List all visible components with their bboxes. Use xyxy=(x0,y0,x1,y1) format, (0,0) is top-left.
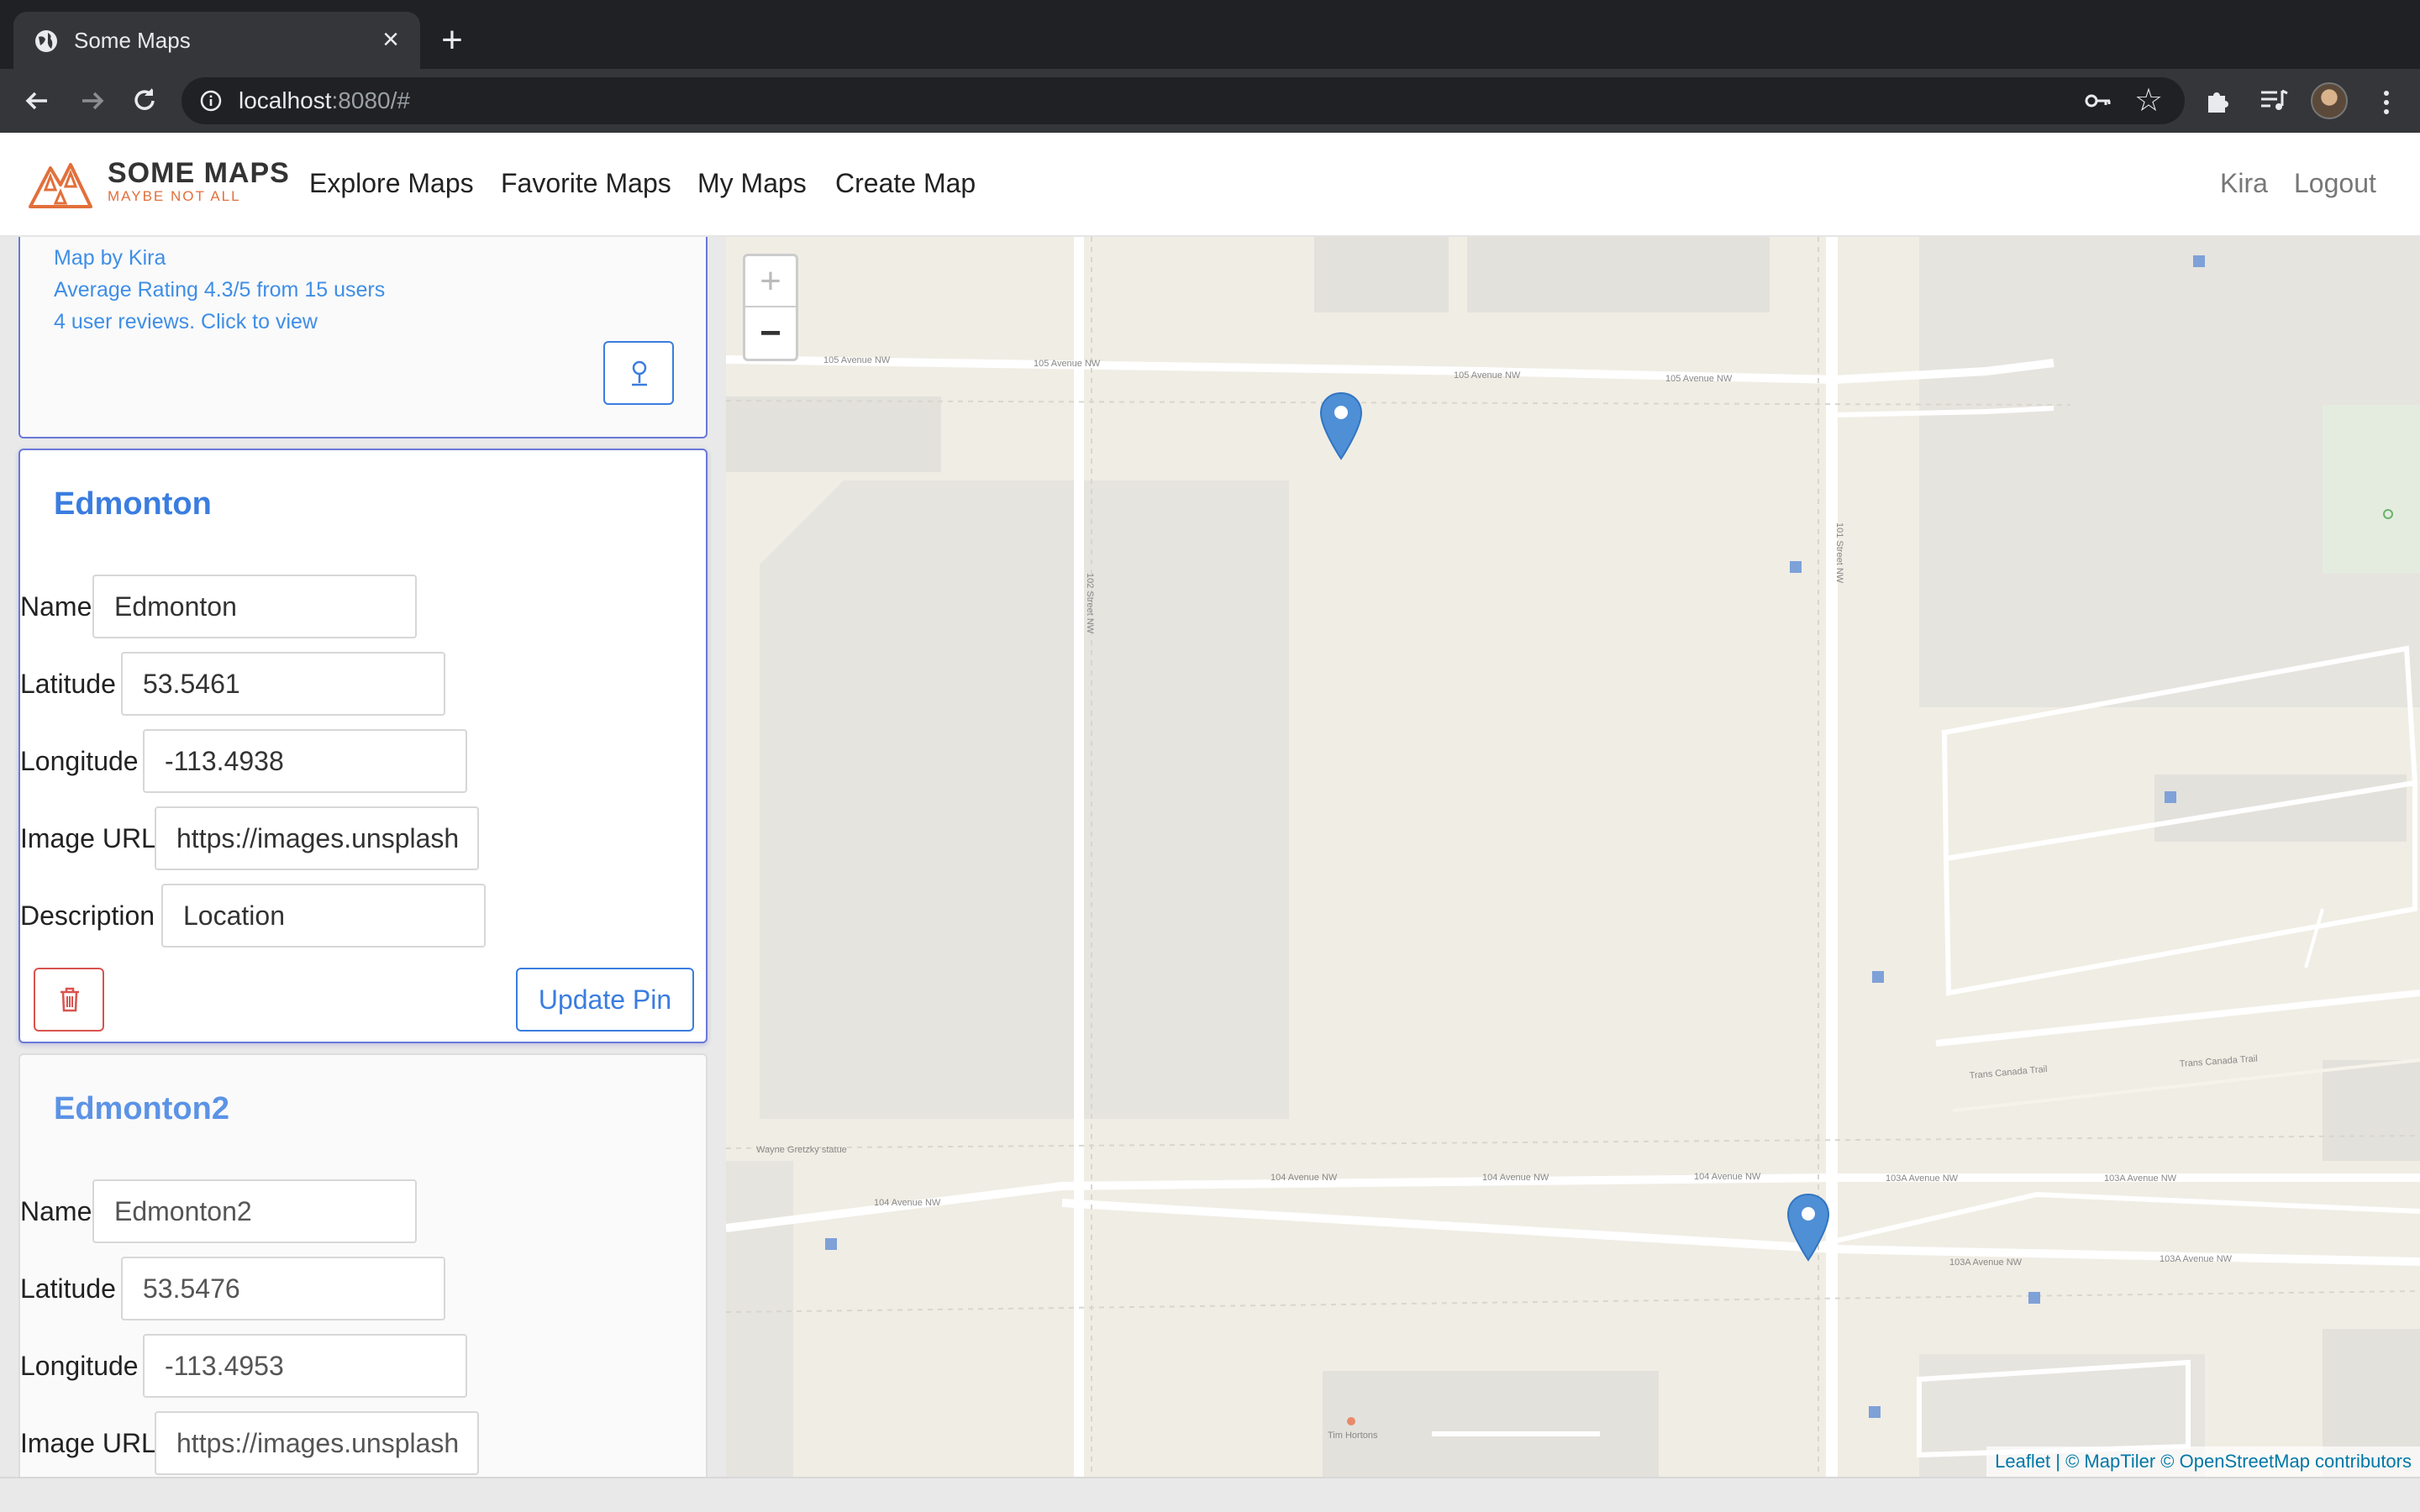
nav-logout[interactable]: Logout xyxy=(2294,166,2376,200)
site-navbar: SOME MAPS MAYBE NOT ALL Explore Maps Fav… xyxy=(0,133,2420,237)
reload-icon[interactable] xyxy=(128,84,161,118)
zoom-out-button[interactable]: − xyxy=(745,308,796,360)
brand-name: SOME MAPS xyxy=(108,157,290,189)
pin-list-panel[interactable]: Map by Kira Average Rating 4.3/5 from 15… xyxy=(0,237,726,1477)
poi-label: Wayne Gretzky statue xyxy=(756,1145,847,1155)
street-label: 104 Avenue NW xyxy=(1482,1173,1549,1183)
url-text: localhost:8080/# xyxy=(239,87,410,114)
delete-pin-button[interactable] xyxy=(34,968,104,1032)
map-info-card: Map by Kira Average Rating 4.3/5 from 15… xyxy=(18,237,708,438)
profile-avatar[interactable] xyxy=(2311,82,2348,119)
street-label: 105 Avenue NW xyxy=(1034,359,1101,369)
nav-my-maps[interactable]: My Maps xyxy=(697,166,807,200)
map-tiles: 105 Avenue NW 105 Avenue NW 105 Avenue N… xyxy=(726,237,2420,1477)
image-url-label: Image URL xyxy=(20,823,156,853)
pin-card-edmonton[interactable]: Edmonton Name Edmonton Latitude 53.5461 … xyxy=(18,449,708,1043)
nav-favorite-maps[interactable]: Favorite Maps xyxy=(501,166,671,200)
address-bar[interactable]: localhost:8080/# ☆ xyxy=(182,77,2185,124)
key-icon[interactable] xyxy=(2084,87,2112,114)
browser-toolbar: localhost:8080/# ☆ xyxy=(0,69,2420,133)
street-label: 103A Avenue NW xyxy=(1886,1173,1959,1184)
nav-explore-maps[interactable]: Explore Maps xyxy=(309,166,474,200)
brand-tagline: MAYBE NOT ALL xyxy=(108,188,241,204)
street-label: Trans Canada Trail xyxy=(2179,1054,2258,1069)
page: SOME MAPS MAYBE NOT ALL Explore Maps Fav… xyxy=(0,133,2420,1512)
street-label: 105 Avenue NW xyxy=(823,355,891,365)
new-tab-icon[interactable]: + xyxy=(435,22,469,59)
add-pin-button[interactable] xyxy=(603,341,674,405)
name-input[interactable]: Edmonton xyxy=(92,575,417,638)
street-label: 104 Avenue NW xyxy=(874,1198,941,1208)
update-pin-button[interactable]: Update Pin xyxy=(516,968,694,1032)
street-label: 104 Avenue NW xyxy=(1270,1173,1338,1183)
trash-icon xyxy=(60,987,79,1012)
image-url-input[interactable]: https://images.unsplash xyxy=(155,806,479,870)
longitude-input[interactable]: -113.4938 xyxy=(143,729,467,793)
map-attribution: Leaflet | © MapTiler © OpenStreetMap con… xyxy=(1986,1446,2420,1477)
longitude-label: Longitude xyxy=(20,746,139,776)
map-author: Map by Kira xyxy=(54,246,166,270)
image-url-input[interactable]: https://images.unsplash xyxy=(155,1411,479,1475)
nav-create-map[interactable]: Create Map xyxy=(835,166,976,200)
street-label: 105 Avenue NW xyxy=(1665,374,1733,384)
tab-close-icon[interactable]: × xyxy=(376,25,405,54)
latitude-label: Latitude xyxy=(20,669,116,699)
street-label: 104 Avenue NW xyxy=(1694,1172,1761,1182)
info-icon[interactable] xyxy=(200,90,222,112)
map-rating: Average Rating 4.3/5 from 15 users xyxy=(54,278,386,302)
street-label: 102 Street NW xyxy=(1085,573,1095,634)
kebab-menu-icon[interactable] xyxy=(2370,86,2403,119)
latitude-input[interactable]: 53.5476 xyxy=(121,1257,445,1320)
leaflet-link[interactable]: Leaflet xyxy=(1995,1451,2050,1472)
street-label: 101 Street NW xyxy=(1834,522,1844,584)
browser-tab-bar: Some Maps × + xyxy=(0,0,2420,69)
name-label: Name xyxy=(20,591,92,622)
longitude-label: Longitude xyxy=(20,1351,139,1381)
street-label: 103A Avenue NW xyxy=(1949,1257,2023,1268)
url-host: localhost xyxy=(239,87,332,113)
media-queue-icon[interactable] xyxy=(2257,84,2291,118)
bookmark-star-icon[interactable]: ☆ xyxy=(2134,84,2166,118)
pin-title: Edmonton2 xyxy=(54,1091,229,1126)
street-label: 105 Avenue NW xyxy=(1454,370,1521,381)
mountain-logo-icon[interactable] xyxy=(27,153,94,212)
map-reviews-link[interactable]: 4 user reviews. Click to view xyxy=(54,309,318,334)
map-marker-icon[interactable] xyxy=(1319,391,1363,462)
description-input[interactable]: Location xyxy=(161,884,486,948)
map-view[interactable]: 105 Avenue NW 105 Avenue NW 105 Avenue N… xyxy=(726,237,2420,1477)
forward-arrow-icon[interactable] xyxy=(76,84,109,118)
name-input[interactable]: Edmonton2 xyxy=(92,1179,417,1243)
street-label: Trans Canada Trail xyxy=(1969,1064,2048,1081)
pin-card-edmonton2[interactable]: Edmonton2 Name Edmonton2 Latitude 53.547… xyxy=(18,1053,708,1477)
street-label: 103A Avenue NW xyxy=(2104,1173,2177,1184)
name-label: Name xyxy=(20,1196,92,1226)
map-pin-icon xyxy=(632,360,647,386)
pin-title: Edmonton xyxy=(54,486,212,522)
attribution-text[interactable]: | © MapTiler © OpenStreetMap contributor… xyxy=(2050,1451,2412,1472)
globe-icon xyxy=(35,30,57,52)
browser-tab[interactable]: Some Maps × xyxy=(13,12,420,69)
brand[interactable]: SOME MAPS MAYBE NOT ALL xyxy=(108,158,290,205)
longitude-input[interactable]: -113.4953 xyxy=(143,1334,467,1398)
zoom-control: + − xyxy=(743,254,798,361)
map-marker-icon[interactable] xyxy=(1786,1193,1830,1263)
latitude-input[interactable]: 53.5461 xyxy=(121,652,445,716)
back-arrow-icon[interactable] xyxy=(20,84,54,118)
zoom-in-button[interactable]: + xyxy=(745,256,796,307)
nav-user[interactable]: Kira xyxy=(2220,166,2268,200)
extensions-icon[interactable] xyxy=(2202,84,2235,118)
street-label: 103A Avenue NW xyxy=(2160,1254,2233,1264)
url-path: :8080/# xyxy=(331,87,410,113)
description-label: Description xyxy=(20,900,155,931)
page-footer-strip xyxy=(0,1477,2420,1512)
poi-label: Tim Hortons xyxy=(1328,1431,1378,1441)
image-url-label: Image URL xyxy=(20,1428,156,1458)
latitude-label: Latitude xyxy=(20,1273,116,1304)
tab-title: Some Maps xyxy=(74,28,191,53)
